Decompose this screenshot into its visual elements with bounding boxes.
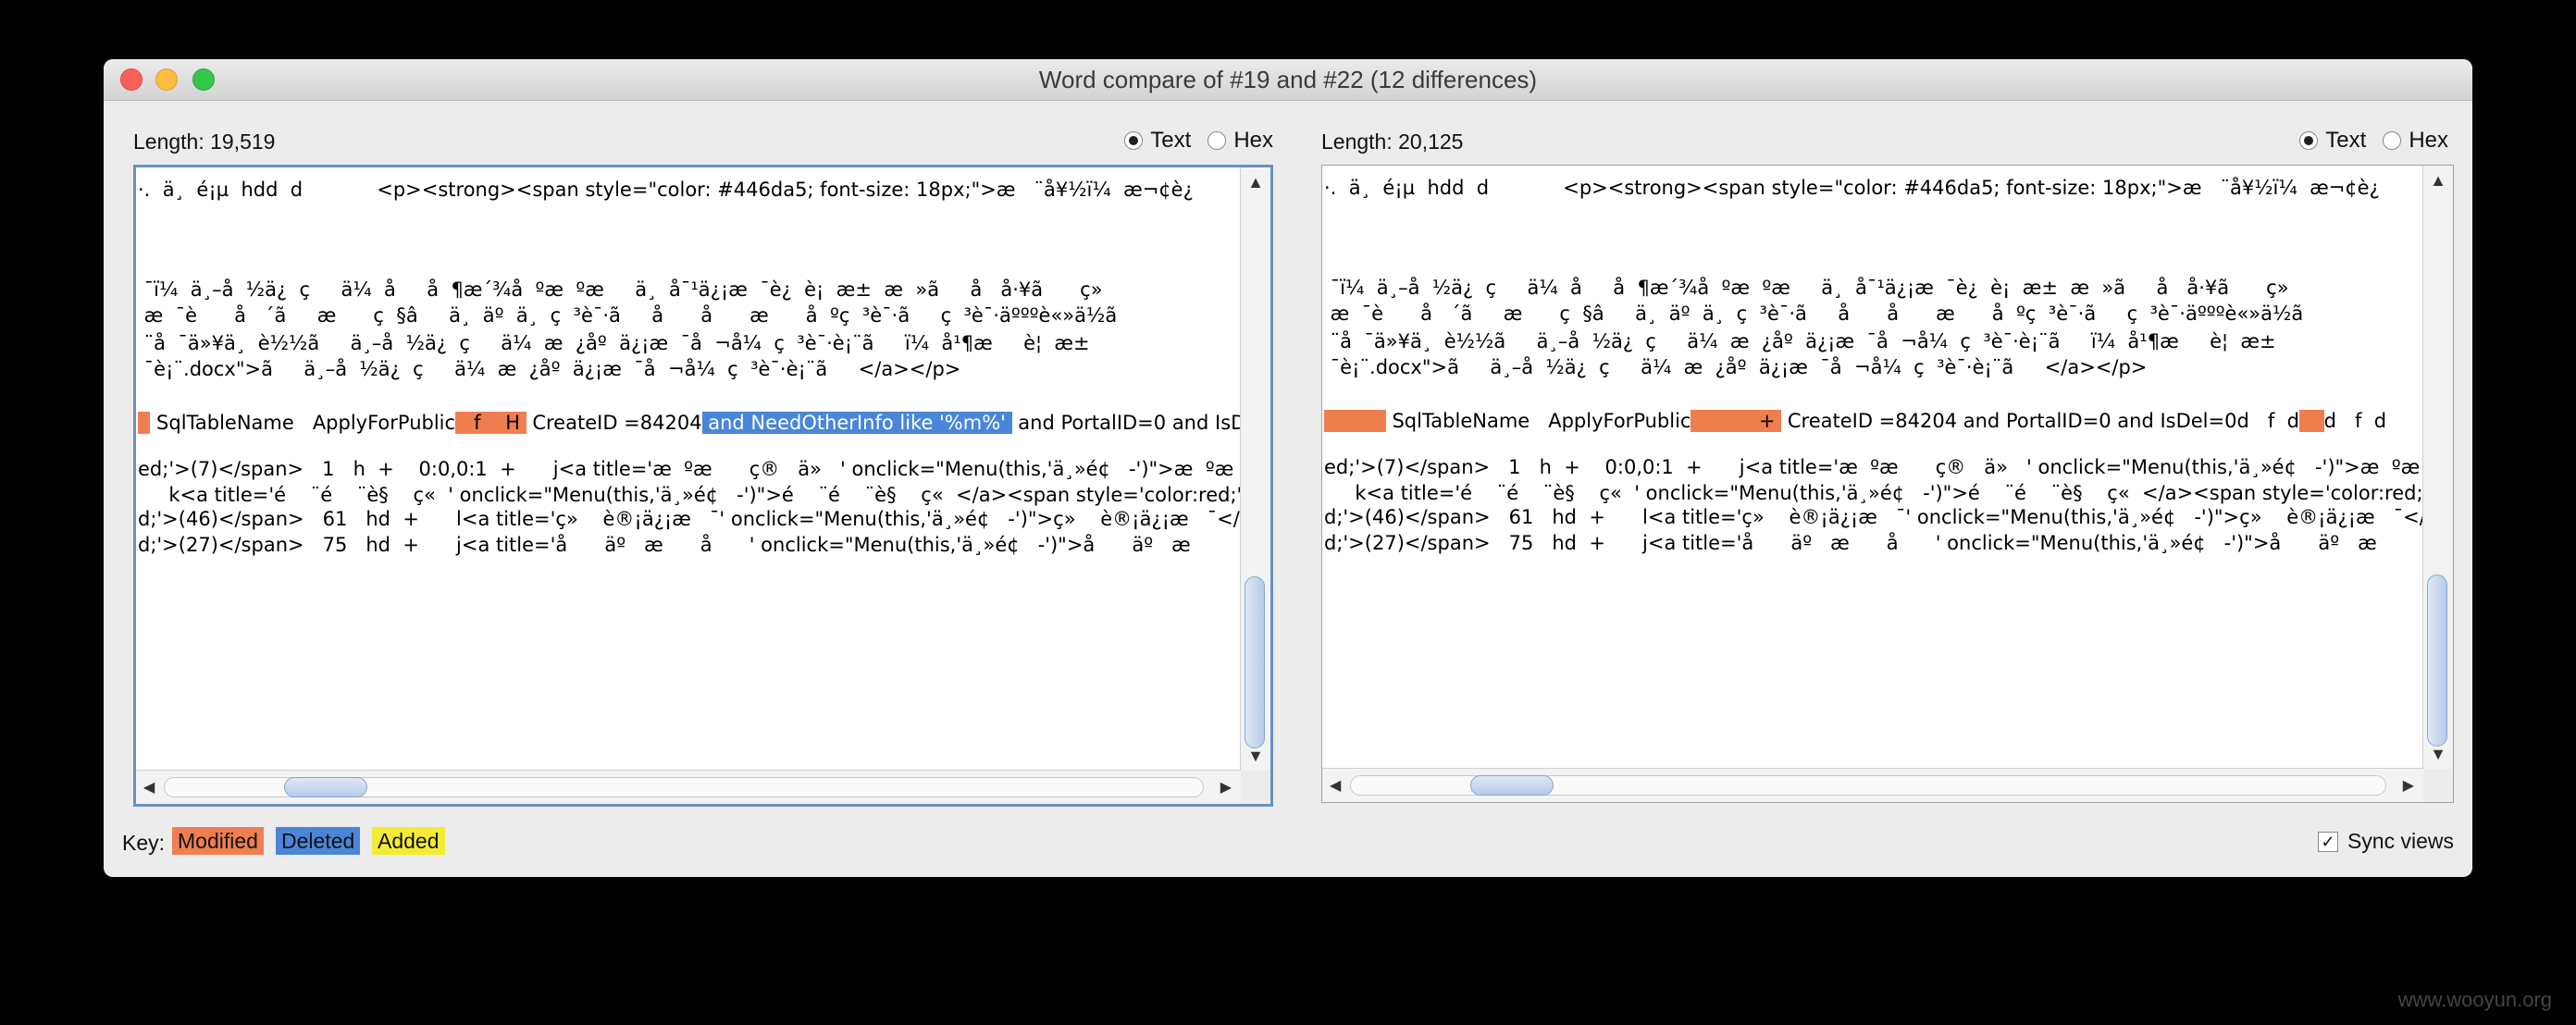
scroll-up-arrow-icon[interactable]: ▲ — [1241, 173, 1270, 191]
right-text-radio-label[interactable]: Text — [2325, 128, 2366, 154]
right-length-label: Length: 20,125 — [1321, 130, 1464, 154]
text-line[interactable]: d;'>(46)</span> 61 hd + l<a title='ç» è®… — [138, 506, 1241, 532]
right-hex-radio-label[interactable]: Hex — [2409, 128, 2448, 154]
text-segment: ¯è¡¨.docx">ã ä¸–å ½ä¿ ç ä¼ æ ¿åº ä¿¡æ ¯å… — [1324, 356, 2148, 378]
radio-selected-icon[interactable] — [2299, 131, 2319, 150]
text-line[interactable]: ¯è¡¨.docx">ã ä¸–å ½ä¿ ç ä¼ æ ¿åº ä¿¡æ ¯å… — [138, 356, 961, 382]
text-line[interactable]: ¨å ¯ä»¥ä¸ è½½ã ä¸–å ½ä¿ ç ä¼ æ ¿åº ä¿¡æ … — [1324, 328, 2276, 354]
text-segment: SqlTableName ApplyForPublic — [1385, 410, 1691, 432]
text-line[interactable]: ·. ä¸ é¡µ hdd d <p><strong><span style="… — [138, 177, 1194, 203]
right-vertical-scroll-thumb[interactable] — [2427, 574, 2447, 747]
text-segment: ¯ï¼ ä¸–å ½ä¿ ç ä¼ å å ¶æ´¾å ºæ ºæ ä¸ å¯¹… — [1324, 277, 2289, 299]
checkmark-icon[interactable]: ✓ — [2317, 831, 2338, 852]
text-segment: d f d gd — [2323, 410, 2387, 432]
scroll-up-arrow-icon[interactable]: ▲ — [2423, 171, 2453, 190]
radio-unselected-icon[interactable] — [1208, 131, 1227, 150]
right-vertical-scrollbar[interactable]: ▲ ▼ — [2422, 166, 2453, 769]
text-line[interactable]: k<a title='é ¨é ¨è§ ç« ' onclick="Menu(t… — [138, 482, 1241, 508]
text-segment: SqlTableName ApplyForPublic — [150, 412, 456, 434]
modified-segment: f H — [455, 412, 526, 434]
left-horizontal-scrollbar[interactable]: ◀ ▶ — [136, 770, 1241, 804]
key-deleted-chip: Deleted — [276, 827, 361, 855]
scroll-down-arrow-icon[interactable]: ▼ — [1241, 747, 1270, 765]
text-line[interactable]: ¯ï¼ ä¸–å ½ä¿ ç ä¼ å å ¶æ´¾å ºæ ºæ ä¸ å¯¹… — [138, 277, 1103, 303]
right-text-view[interactable]: ·. ä¸ é¡µ hdd d <p><strong><span style="… — [1321, 165, 2454, 803]
modified-segment: + — [1690, 410, 1782, 432]
compare-window: Word compare of #19 and #22 (12 differen… — [104, 59, 2472, 877]
scroll-corner — [1241, 771, 1270, 804]
scroll-left-arrow-icon[interactable]: ◀ — [1330, 776, 1341, 795]
text-segment: CreateID =84204 — [526, 412, 702, 434]
scroll-corner — [2423, 769, 2453, 802]
text-segment: ¨å ¯ä»¥ä¸ è½½ã ä¸–å ½ä¿ ç ä¼ æ ¿åº ä¿¡æ … — [138, 332, 1090, 354]
text-segment: d;'>(46)</span> 61 hd + l<a title='ç» è®… — [138, 508, 1241, 530]
deleted-segment: and NeedOtherInfo like '%m%' — [701, 412, 1012, 434]
text-line[interactable]: ·. ä¸ é¡µ hdd d <p><strong><span style="… — [1324, 175, 2380, 201]
title-bar: Word compare of #19 and #22 (12 differen… — [104, 59, 2472, 101]
left-hex-radio-label[interactable]: Hex — [1233, 128, 1273, 154]
scroll-down-arrow-icon[interactable]: ▼ — [2423, 745, 2453, 763]
modified-segment — [1324, 410, 1386, 432]
scroll-right-arrow-icon[interactable]: ▶ — [2403, 776, 2414, 795]
window-title: Word compare of #19 and #22 (12 differen… — [1038, 66, 1538, 93]
text-segment: ¯ï¼ ä¸–å ½ä¿ ç ä¼ å å ¶æ´¾å ºæ ºæ ä¸ å¯¹… — [138, 278, 1103, 301]
modified-segment — [138, 412, 151, 434]
left-text-radio-label[interactable]: Text — [1150, 128, 1191, 154]
footer-bar: Key: Modified Deleted Added ✓ Sync views — [104, 821, 2472, 862]
text-segment: ·. ä¸ é¡µ hdd d <p><strong><span style="… — [1324, 177, 2380, 199]
text-segment: and PortalID=0 and IsDel=0 — [1018, 412, 1241, 434]
key-added-chip: Added — [372, 827, 445, 855]
text-segment: ed;'>(7)</span> 1 h + 0:0,0:1 + j<a titl… — [1324, 456, 2421, 478]
left-view-mode: Text Hex — [1124, 128, 1273, 154]
scroll-left-arrow-icon[interactable]: ◀ — [143, 778, 155, 797]
modified-segment — [2298, 410, 2324, 432]
text-segment: ·. ä¸ é¡µ hdd d <p><strong><span style="… — [138, 179, 1194, 201]
text-line[interactable]: k<a title='é ¨é ¨è§ ç« ' onclick="Menu(t… — [1324, 480, 2423, 506]
text-segment: CreateID =84204 and PortalID=0 and IsDel… — [1781, 410, 2299, 432]
text-line[interactable]: ¯è¡¨.docx">ã ä¸–å ½ä¿ ç ä¼ æ ¿åº ä¿¡æ ¯å… — [1324, 354, 2148, 380]
right-horizontal-scrollbar[interactable]: ◀ ▶ — [1322, 768, 2423, 802]
sync-views-toggle[interactable]: ✓ Sync views — [2317, 829, 2454, 854]
watermark: www.wooyun.org — [2397, 988, 2552, 1011]
text-line[interactable]: ed;'>(7)</span> 1 h + 0:0,0:1 + j<a titl… — [138, 456, 1233, 482]
radio-selected-icon[interactable] — [1124, 131, 1144, 150]
text-segment: ¯è¡¨.docx">ã ä¸–å ½ä¿ ç ä¼ æ ¿åº ä¿¡æ ¯å… — [138, 358, 961, 380]
text-segment: ¨å ¯ä»¥ä¸ è½½ã ä¸–å ½ä¿ ç ä¼ æ ¿åº ä¿¡æ … — [1324, 330, 2276, 352]
text-segment: d;'>(27)</span> 75 hd + j<a title='å äº … — [138, 534, 1191, 556]
right-view-mode: Text Hex — [2299, 128, 2448, 154]
text-segment: ed;'>(7)</span> 1 h + 0:0,0:1 + j<a titl… — [138, 458, 1234, 480]
text-line[interactable]: æ ¯è å ´ã æ ç §â ä¸ äº ä¸ ç ³è¯·ã å å æ … — [1324, 301, 2304, 327]
right-horizontal-scroll-thumb[interactable] — [1470, 775, 1554, 796]
left-vertical-scroll-thumb[interactable] — [1245, 576, 1265, 748]
text-segment: æ ¯è å ´ã æ ç §â ä¸ äº ä¸ ç ³è¯·ã å å æ … — [138, 304, 1118, 327]
text-segment: k<a title='é ¨é ¨è§ ç« ' onclick="Menu(t… — [1324, 482, 2423, 504]
text-line[interactable]: æ ¯è å ´ã æ ç §â ä¸ äº ä¸ ç ³è¯·ã å å æ … — [138, 303, 1118, 328]
right-text-content[interactable]: ·. ä¸ é¡µ hdd d <p><strong><span style="… — [1322, 166, 2423, 769]
left-text-view[interactable]: ·. ä¸ é¡µ hdd d <p><strong><span style="… — [133, 165, 1273, 807]
radio-unselected-icon[interactable] — [2383, 131, 2402, 150]
text-segment: d;'>(46)</span> 61 hd + l<a title='ç» è®… — [1324, 506, 2423, 528]
text-segment: æ ¯è å ´ã æ ç §â ä¸ äº ä¸ ç ³è¯·ã å å æ … — [1324, 303, 2304, 325]
text-line[interactable]: ed;'>(7)</span> 1 h + 0:0,0:1 + j<a titl… — [1324, 454, 2420, 480]
text-segment: d;'>(27)</span> 75 hd + j<a title='å äº … — [1324, 532, 2377, 554]
text-line[interactable]: ¯ï¼ ä¸–å ½ä¿ ç ä¼ å å ¶æ´¾å ºæ ºæ ä¸ å¯¹… — [1324, 275, 2289, 301]
left-length-label: Length: 19,519 — [133, 130, 276, 154]
text-line[interactable]: d;'>(46)</span> 61 hd + l<a title='ç» è®… — [1324, 504, 2423, 530]
text-segment: k<a title='é ¨é ¨è§ ç« ' onclick="Menu(t… — [138, 484, 1241, 506]
key-label: Key: — [122, 831, 166, 855]
sync-views-label[interactable]: Sync views — [2347, 829, 2454, 854]
scroll-right-arrow-icon[interactable]: ▶ — [1220, 778, 1232, 797]
key-modified-chip: Modified — [172, 827, 264, 855]
text-line[interactable]: d;'>(27)</span> 75 hd + j<a title='å äº … — [138, 532, 1191, 558]
text-line[interactable]: ¨å ¯ä»¥ä¸ è½½ã ä¸–å ½ä¿ ç ä¼ æ ¿åº ä¿¡æ … — [138, 330, 1090, 356]
left-horizontal-scroll-thumb[interactable] — [284, 777, 367, 797]
text-line[interactable]: d;'>(27)</span> 75 hd + j<a title='å äº … — [1324, 530, 2377, 556]
text-line[interactable]: SqlTableName ApplyForPublic + CreateID =… — [1324, 408, 2423, 434]
text-line[interactable]: SqlTableName ApplyForPublic f H CreateID… — [138, 410, 1241, 436]
left-text-content[interactable]: ·. ä¸ é¡µ hdd d <p><strong><span style="… — [136, 167, 1241, 771]
left-vertical-scrollbar[interactable]: ▲ ▼ — [1240, 167, 1270, 771]
